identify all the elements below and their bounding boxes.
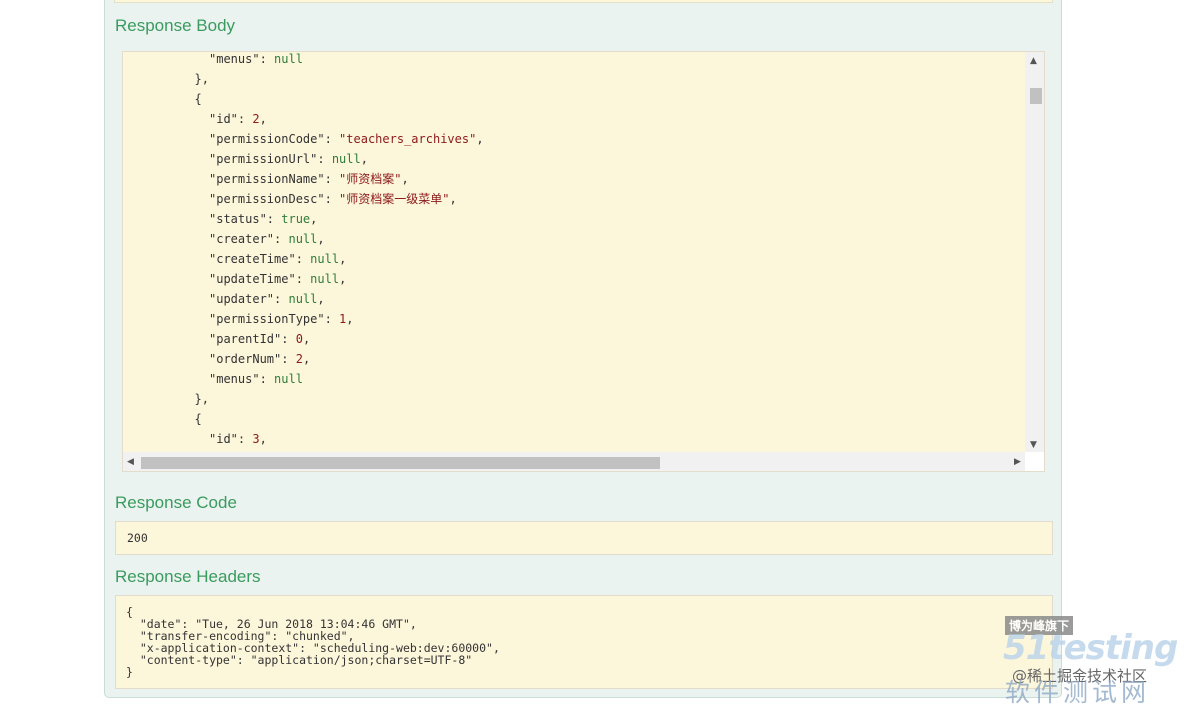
scroll-left-icon[interactable]: ◀ (127, 457, 134, 467)
response-headers-box: { "date": "Tue, 26 Jun 2018 13:04:46 GMT… (115, 595, 1053, 689)
response-code-box: 200 (115, 521, 1053, 555)
code-line: }, (194, 72, 209, 86)
code-line: "orderNum": 2, (209, 352, 311, 366)
vertical-scrollbar[interactable]: ▲ ▼ (1025, 52, 1044, 452)
response-code-title: Response Code (115, 493, 237, 512)
code-line: "id": 2, (209, 112, 267, 126)
response-code-value: 200 (127, 531, 148, 545)
code-line: "createTime": null, (209, 252, 347, 266)
horizontal-scrollbar[interactable]: ◀ ▶ (123, 452, 1026, 471)
code-line: }, (194, 392, 209, 406)
code-line: "permissionType": 1, (209, 312, 354, 326)
code-line: "id": 3, (209, 432, 267, 446)
code-line: "updateTime": null, (209, 272, 347, 286)
code-line: { (194, 412, 202, 426)
code-line: "permissionName": "师资档案", (209, 172, 409, 186)
response-body-box: "menus": null}, { "id": 2, "permissionCode"… (122, 51, 1045, 472)
horizontal-scroll-thumb[interactable] (141, 457, 660, 469)
code-line: "updater": null, (209, 292, 325, 306)
code-line: "menus": null (209, 372, 303, 386)
watermark-tagline: 软件测试网 (1005, 678, 1151, 707)
response-body-code[interactable]: "menus": null}, { "id": 2, "permissionCode"… (123, 52, 1026, 452)
scroll-down-icon[interactable]: ▼ (1030, 440, 1037, 450)
scroll-corner (1025, 452, 1044, 471)
scroll-right-icon[interactable]: ▶ (1014, 457, 1021, 467)
response-headers-value: { "date": "Tue, 26 Jun 2018 13:04:46 GMT… (126, 605, 500, 679)
response-headers-title: Response Headers (115, 567, 261, 586)
code-line: "permissionUrl": null, (209, 152, 368, 166)
watermark-logo: 51testing (1003, 628, 1178, 668)
scroll-up-icon[interactable]: ▲ (1030, 56, 1037, 66)
code-line: { (194, 92, 202, 106)
code-line: "permissionDesc": "师资档案一级菜单", (209, 192, 457, 206)
code-line: "status": true, (209, 212, 318, 226)
code-line: "menus": null (209, 52, 303, 66)
code-line: "parentId": 0, (209, 332, 311, 346)
code-line: "permissionCode": "teachers_archives", (209, 132, 484, 146)
code-line: "creater": null, (209, 232, 325, 246)
previous-section-box (114, 0, 1053, 3)
response-body-title: Response Body (115, 16, 236, 35)
vertical-scroll-thumb[interactable] (1030, 88, 1042, 104)
